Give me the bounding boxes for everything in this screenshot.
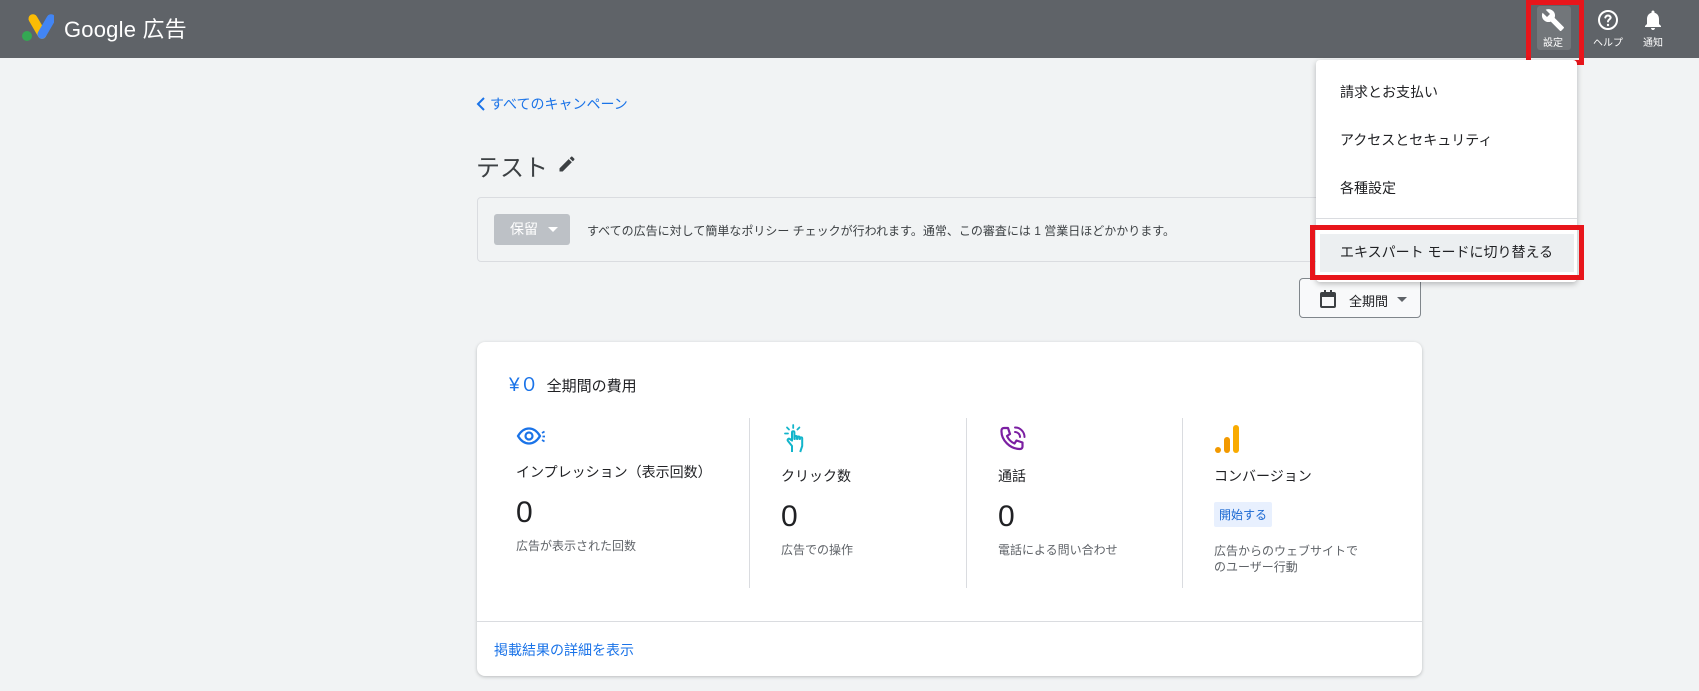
metric-description: 電話による問い合わせ [998, 543, 1118, 557]
menu-item-switch-to-expert-mode[interactable]: エキスパート モードに切り替える [1340, 242, 1553, 262]
metric-divider [966, 418, 967, 588]
campaign-title: テスト [476, 155, 548, 182]
menu-item-billing[interactable]: 請求とお支払い [1340, 82, 1438, 102]
metric-description: 広告が表示された回数 [516, 539, 637, 553]
campaign-status-dropdown[interactable]: 保留 [494, 214, 570, 245]
caret-down-icon [1397, 297, 1407, 302]
notifications-label: 通知 [1643, 38, 1663, 49]
bell-icon [1645, 10, 1661, 30]
phone-call-icon [1000, 426, 1026, 451]
policy-notice-text: すべての広告に対して簡単なポリシー チェックが行われます。通常、この審査には 1… [587, 224, 1176, 238]
metric-value: 0 [516, 496, 533, 529]
eye-icon [516, 427, 545, 445]
metric-divider [749, 418, 750, 588]
date-range-button[interactable]: 全期間 [1299, 278, 1421, 318]
bar-chart-icon [1215, 425, 1239, 453]
status-label: 保留 [510, 221, 538, 237]
cost-label: 全期間の費用 [546, 378, 637, 395]
menu-item-preferences[interactable]: 各種設定 [1340, 178, 1396, 198]
top-app-bar: Google 広告 設定 ヘルプ 通知 [0, 0, 1699, 58]
metric-label: インプレッション（表示回数） [516, 464, 712, 480]
metric-clicks: クリック数 0 広告での操作 [781, 424, 981, 558]
metric-description: 広告での操作 [781, 543, 854, 557]
google-ads-logo[interactable] [20, 12, 54, 42]
metric-value: 0 [998, 500, 1015, 533]
metric-value: 0 [781, 500, 798, 533]
help-button[interactable]: ヘルプ [1586, 8, 1630, 52]
back-to-campaigns-link[interactable]: すべてのキャンペーン [476, 94, 628, 114]
total-cost: ¥０ 全期間の費用 [509, 370, 637, 397]
start-conversion-tracking-button[interactable]: 開始する [1214, 502, 1273, 527]
app-brand-title[interactable]: Google 広告 [64, 12, 187, 44]
metric-label: コンバージョン [1214, 468, 1312, 484]
help-circle-icon [1598, 10, 1618, 30]
metric-description: 広告からのウェブサイトでのユーザー行動 [1214, 544, 1359, 574]
menu-divider [1316, 218, 1577, 219]
caret-down-icon [548, 227, 558, 232]
cost-amount: ¥０ [509, 375, 539, 396]
menu-item-access-security[interactable]: アクセスとセキュリティ [1340, 130, 1492, 150]
policy-review-notice: 保留 すべての広告に対して簡単なポリシー チェックが行われます。通常、この審査に… [477, 197, 1347, 262]
metric-conversions: コンバージョン 開始する 広告からのウェブサイトでのユーザー行動 [1214, 424, 1414, 575]
metric-label: 通話 [998, 468, 1026, 484]
performance-summary-card: ¥０ 全期間の費用 インプレッション（表示回数） 0 広告が表示された回数 クリッ… [477, 342, 1422, 676]
tap-icon [784, 424, 804, 453]
metric-calls: 通話 0 電話による問い合わせ [998, 424, 1198, 558]
view-performance-details-link[interactable]: 掲載結果の詳細を表示 [494, 640, 634, 660]
metric-impressions: インプレッション（表示回数） 0 広告が表示された回数 [516, 424, 716, 554]
notifications-button[interactable]: 通知 [1631, 8, 1675, 52]
back-link-label: すべてのキャンペーン [490, 96, 628, 112]
card-divider [477, 621, 1422, 622]
metric-divider [1182, 418, 1183, 588]
date-range-label: 全期間 [1349, 294, 1389, 309]
chevron-left-icon [476, 97, 485, 111]
metric-label: クリック数 [781, 468, 851, 484]
settings-button[interactable]: 設定 [1531, 8, 1575, 52]
settings-label: 設定 [1543, 38, 1563, 49]
calendar-icon [1320, 290, 1336, 308]
pencil-icon[interactable] [557, 154, 577, 174]
wrench-icon [1541, 9, 1564, 31]
help-label: ヘルプ [1593, 38, 1623, 49]
